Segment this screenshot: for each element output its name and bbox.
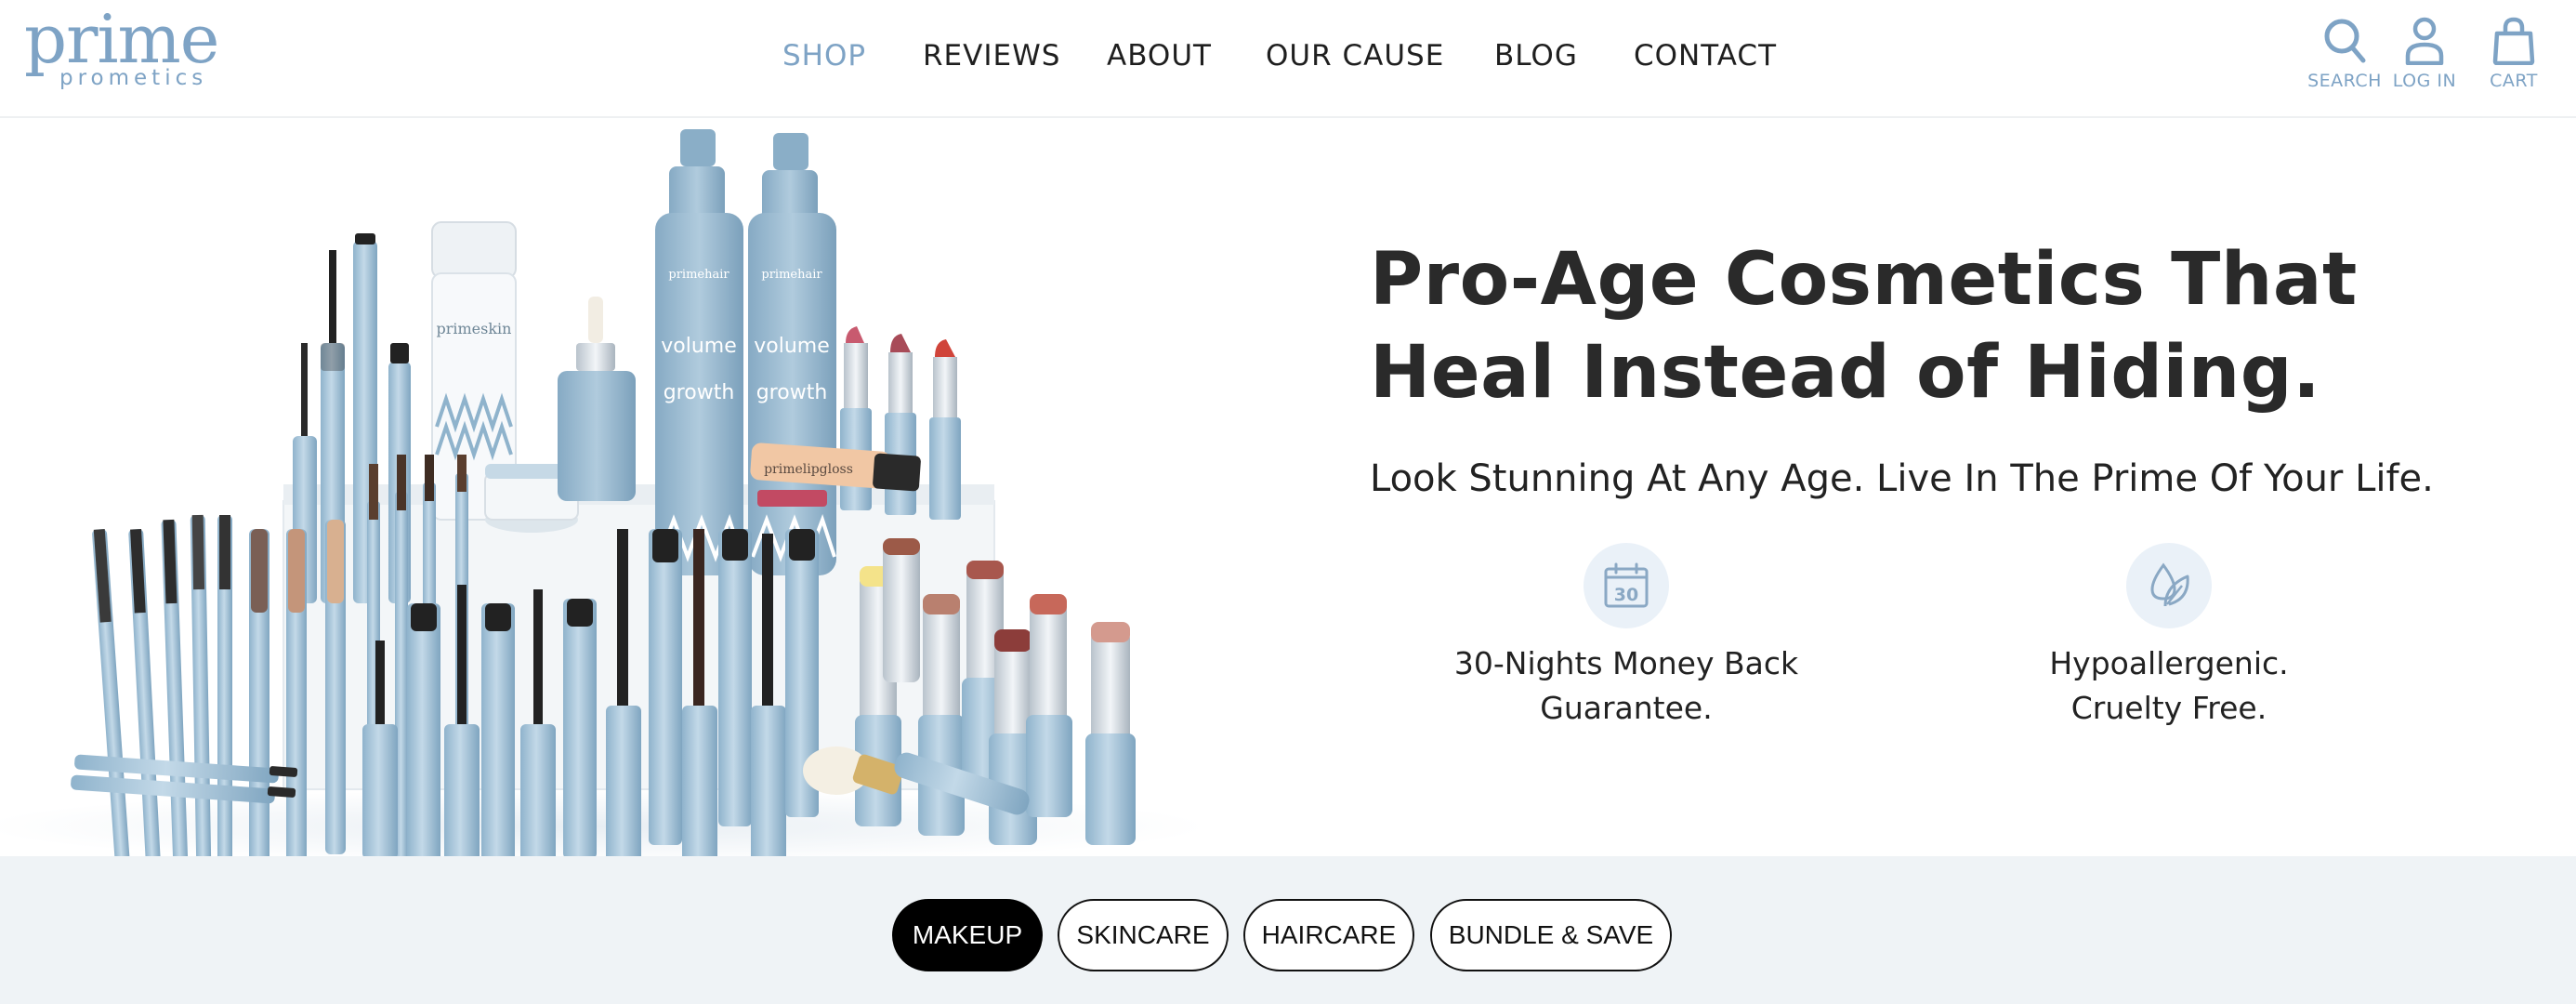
feature-text: 30-Nights Money Back Guarantee.	[1385, 641, 1868, 731]
search-icon	[2324, 19, 2366, 63]
shopping-bag-icon	[2492, 17, 2535, 65]
feature-icon-wrap	[2126, 543, 2212, 628]
feature-guarantee: 30 30-Nights Money Back Guarantee.	[1385, 543, 1868, 731]
search-button[interactable]: SEARCH	[2303, 17, 2386, 97]
search-label: SEARCH	[2307, 71, 2382, 91]
svg-text:primehair: primehair	[761, 268, 822, 282]
headline-line-1: Pro-Age Cosmetics That	[1370, 238, 2358, 322]
lipsticks-top	[840, 326, 961, 520]
svg-text:primelipgloss: primelipgloss	[764, 462, 853, 477]
hero-headline: Pro-Age Cosmetics That Heal Instead of H…	[1370, 233, 2448, 419]
category-makeup-button[interactable]: MAKEUP	[892, 899, 1043, 971]
feature-line-2: Cruelty Free.	[2070, 690, 2267, 726]
brand-logo[interactable]: prime prometics	[24, 6, 219, 91]
logo-subtext: prometics	[59, 66, 208, 90]
svg-text:growth: growth	[756, 381, 828, 404]
category-haircare-button[interactable]: HAIRCARE	[1243, 899, 1414, 971]
logo-wordmark: prime	[24, 0, 219, 78]
nav-item-our-cause[interactable]: OUR CAUSE	[1266, 35, 1444, 76]
nav-item-blog[interactable]: BLOG	[1494, 35, 1578, 76]
category-bundle-button[interactable]: BUNDLE & SAVE	[1430, 899, 1672, 971]
hero-subheadline: Look Stunning At Any Age. Live In The Pr…	[1370, 457, 2434, 500]
cart-label: CART	[2490, 71, 2538, 91]
svg-text:volume: volume	[661, 335, 737, 358]
category-skincare-button[interactable]: SKINCARE	[1058, 899, 1229, 971]
feature-icon-wrap: 30	[1584, 543, 1669, 628]
user-icon	[2405, 17, 2444, 65]
svg-text:growth: growth	[664, 381, 735, 404]
nav-item-reviews[interactable]: REVIEWS	[923, 35, 1060, 76]
login-button[interactable]: LOG IN	[2383, 17, 2466, 97]
feature-hypoallergenic: Hypoallergenic. Cruelty Free.	[1927, 543, 2411, 731]
feature-line-1: Hypoallergenic.	[2049, 645, 2289, 681]
feature-text: Hypoallergenic. Cruelty Free.	[1927, 641, 2411, 731]
site-header: prime prometics SHOP REVIEWS ABOUT OUR C…	[0, 0, 2576, 118]
headline-line-2: Heal Instead of Hiding.	[1370, 331, 2321, 415]
cart-button[interactable]: CART	[2472, 17, 2556, 97]
leaf-drop-icon	[2150, 562, 2189, 607]
login-label: LOG IN	[2392, 71, 2457, 91]
svg-text:30: 30	[1614, 585, 1638, 605]
product-collection-image: primeskin primehair volume growth primeh…	[0, 120, 1208, 856]
svg-text:volume: volume	[754, 335, 830, 358]
nav-item-shop[interactable]: SHOP	[782, 35, 866, 76]
calendar-30-icon: 30	[1604, 562, 1649, 608]
feature-line-1: 30-Nights Money Back	[1453, 645, 1799, 681]
svg-text:primeskin: primeskin	[437, 320, 512, 337]
feature-line-2: Guarantee.	[1540, 690, 1713, 726]
nav-item-contact[interactable]: CONTACT	[1634, 35, 1777, 76]
nav-item-about[interactable]: ABOUT	[1107, 35, 1212, 76]
svg-text:primehair: primehair	[668, 268, 729, 282]
hero-section: primeskin primehair volume growth primeh…	[0, 120, 2576, 856]
category-bar: MAKEUP SKINCARE HAIRCARE BUNDLE & SAVE	[0, 856, 2576, 1004]
